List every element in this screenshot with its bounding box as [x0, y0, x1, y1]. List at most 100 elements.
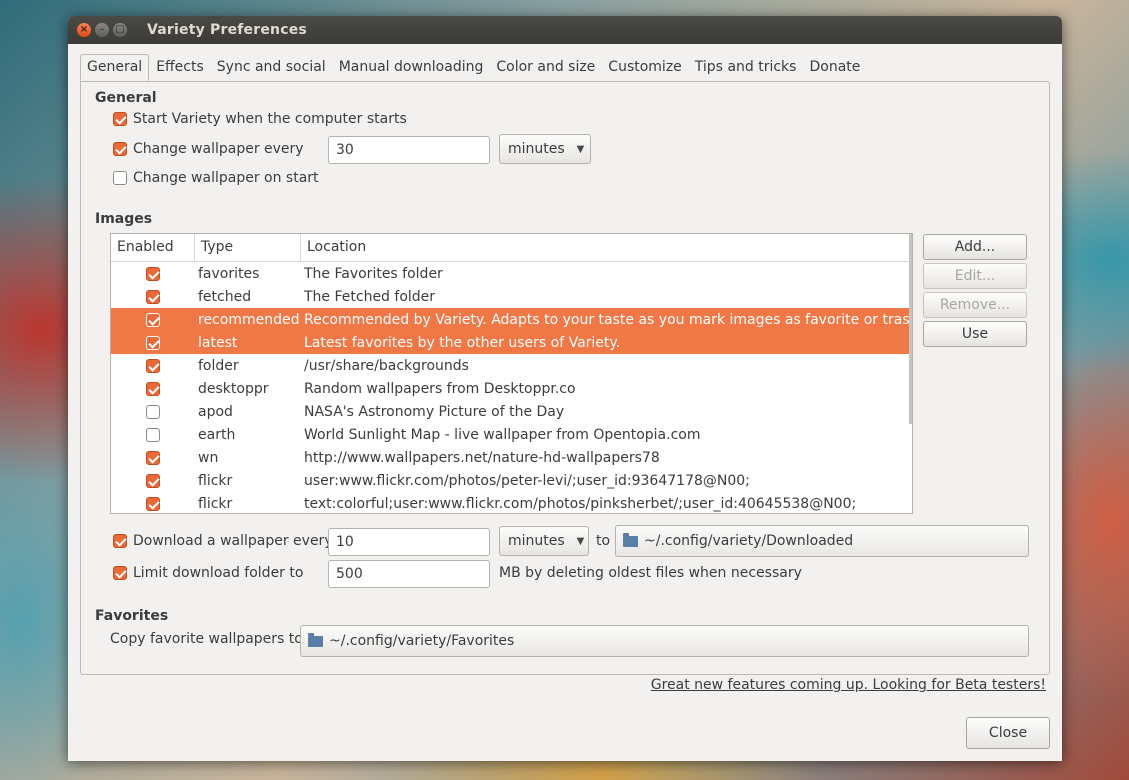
- row-type: recommended: [198, 311, 300, 328]
- table-row[interactable]: flickr text:colorful;user:www.flickr.com/…: [111, 492, 912, 513]
- row-location: text:colorful;user:www.flickr.com/photos…: [304, 495, 857, 512]
- table-row[interactable]: desktoppr Random wallpapers from Desktopp…: [111, 377, 912, 400]
- row-enabled-checkbox[interactable]: [146, 496, 160, 511]
- row-enabled-cell: [111, 381, 195, 396]
- row-enabled-checkbox[interactable]: [146, 427, 160, 442]
- row-type: latest: [198, 334, 238, 351]
- start-on-boot-checkbox[interactable]: [113, 112, 127, 126]
- row-enabled-checkbox[interactable]: [146, 473, 160, 488]
- tab-bar: General Effects Sync and social Manual d…: [80, 54, 867, 81]
- table-row[interactable]: recommended Recommended by Variety. Adapt…: [111, 308, 912, 331]
- maximize-icon[interactable]: □: [113, 23, 127, 37]
- row-type: flickr: [198, 495, 233, 512]
- tab-tips-and-tricks[interactable]: Tips and tricks: [689, 54, 803, 81]
- change-on-start-label: Change wallpaper on start: [133, 170, 319, 186]
- tab-sync-and-social[interactable]: Sync and social: [211, 54, 332, 81]
- start-on-boot-row: Start Variety when the computer starts: [113, 111, 407, 127]
- row-enabled-cell: [111, 450, 195, 465]
- row-enabled-checkbox[interactable]: [146, 381, 160, 396]
- row-enabled-checkbox[interactable]: [146, 358, 160, 373]
- copy-favorites-label: Copy favorite wallpapers to: [110, 631, 303, 647]
- table-row[interactable]: latest Latest favorites by the other user…: [111, 331, 912, 354]
- download-every-checkbox[interactable]: [113, 534, 127, 548]
- download-interval-unit-select[interactable]: minutes ▼: [499, 526, 589, 556]
- row-type: favorites: [198, 265, 260, 282]
- row-location: Recommended by Variety. Adapts to your t…: [304, 311, 912, 328]
- table-row[interactable]: apod NASA's Astronomy Picture of the Day: [111, 400, 912, 423]
- row-enabled-cell: [111, 312, 195, 327]
- image-sources-table[interactable]: Enabled Type Location favorites The Favor…: [110, 233, 913, 514]
- column-header-location[interactable]: Location: [301, 234, 912, 261]
- change-interval-input[interactable]: 30: [328, 136, 490, 164]
- tab-color-and-size[interactable]: Color and size: [490, 54, 601, 81]
- table-row[interactable]: wn http://www.wallpapers.net/nature-hd-wa…: [111, 446, 912, 469]
- row-type: flickr: [198, 472, 233, 489]
- close-icon[interactable]: ×: [77, 23, 91, 37]
- table-row[interactable]: favorites The Favorites folder: [111, 262, 912, 285]
- change-every-row: Change wallpaper every: [113, 141, 304, 157]
- change-on-start-checkbox[interactable]: [113, 171, 127, 185]
- use-source-button[interactable]: Use: [923, 321, 1027, 347]
- title-bar: × – □ Variety Preferences: [68, 16, 1062, 44]
- favorites-heading: Favorites: [95, 608, 169, 624]
- preferences-window: × – □ Variety Preferences General Effect…: [68, 16, 1062, 761]
- favorites-folder-path: ~/.config/variety/Favorites: [329, 633, 515, 649]
- table-row[interactable]: earth World Sunlight Map - live wallpaper…: [111, 423, 912, 446]
- minimize-icon[interactable]: –: [95, 23, 109, 37]
- edit-source-button[interactable]: Edit...: [923, 263, 1027, 289]
- row-enabled-cell: [111, 358, 195, 373]
- images-heading: Images: [95, 211, 153, 227]
- row-location: World Sunlight Map - live wallpaper from…: [304, 426, 701, 443]
- row-enabled-checkbox[interactable]: [146, 450, 160, 465]
- tab-effects[interactable]: Effects: [150, 54, 210, 81]
- tab-manual-downloading[interactable]: Manual downloading: [333, 54, 490, 81]
- row-location: The Fetched folder: [304, 288, 436, 305]
- beta-testers-link[interactable]: Great new features coming up. Looking fo…: [651, 677, 1046, 693]
- limit-folder-checkbox[interactable]: [113, 566, 127, 580]
- table-row[interactable]: folder/usr/share/backgrounds: [111, 354, 912, 377]
- download-folder-chooser[interactable]: ~/.config/variety/Downloaded: [615, 525, 1029, 557]
- change-interval-unit-select[interactable]: minutes ▼: [499, 134, 591, 164]
- change-every-checkbox[interactable]: [113, 142, 127, 156]
- table-scrollbar[interactable]: [909, 234, 912, 424]
- row-location: user:www.flickr.com/photos/peter-levi/;u…: [304, 472, 750, 489]
- download-interval-unit-value: minutes: [508, 533, 565, 549]
- folder-icon: [308, 632, 323, 647]
- row-location: The Favorites folder: [304, 265, 443, 282]
- row-enabled-cell: [111, 289, 195, 304]
- row-location: NASA's Astronomy Picture of the Day: [304, 403, 565, 420]
- limit-size-input[interactable]: 500: [328, 560, 490, 588]
- row-enabled-checkbox[interactable]: [146, 335, 160, 350]
- column-header-enabled[interactable]: Enabled: [111, 234, 195, 261]
- table-row[interactable]: flickr user:www.flickr.com/photos/peter-l…: [111, 469, 912, 492]
- row-enabled-cell: [111, 404, 195, 419]
- close-button[interactable]: Close: [966, 717, 1050, 749]
- table-row[interactable]: fetched The Fetched folder: [111, 285, 912, 308]
- row-type: apod: [198, 403, 233, 420]
- row-location: Random wallpapers from Desktoppr.co: [304, 380, 576, 397]
- general-heading: General: [95, 90, 157, 106]
- add-source-button[interactable]: Add...: [923, 234, 1027, 260]
- column-header-type[interactable]: Type: [195, 234, 301, 261]
- row-enabled-checkbox[interactable]: [146, 266, 160, 281]
- row-enabled-checkbox[interactable]: [146, 404, 160, 419]
- download-interval-input[interactable]: 10: [328, 528, 490, 556]
- tab-customize[interactable]: Customize: [602, 54, 688, 81]
- row-enabled-checkbox[interactable]: [146, 289, 160, 304]
- table-header: Enabled Type Location: [111, 234, 912, 262]
- favorites-folder-chooser[interactable]: ~/.config/variety/Favorites: [300, 625, 1029, 657]
- download-folder-path: ~/.config/variety/Downloaded: [644, 533, 854, 549]
- row-enabled-cell: [111, 335, 195, 350]
- tab-donate[interactable]: Donate: [803, 54, 866, 81]
- chevron-down-icon: ▼: [576, 143, 585, 155]
- download-every-label: Download a wallpaper every: [133, 533, 333, 549]
- row-enabled-checkbox[interactable]: [146, 312, 160, 327]
- row-location: Latest favorites by the other users of V…: [304, 334, 621, 351]
- remove-source-button[interactable]: Remove...: [923, 292, 1027, 318]
- change-every-label: Change wallpaper every: [133, 141, 304, 157]
- tab-general[interactable]: General: [80, 54, 150, 81]
- row-enabled-cell: [111, 427, 195, 442]
- limit-folder-label: Limit download folder to: [133, 565, 304, 581]
- row-type: wn: [198, 449, 219, 466]
- row-location: http://www.wallpapers.net/nature-hd-wall…: [304, 449, 660, 466]
